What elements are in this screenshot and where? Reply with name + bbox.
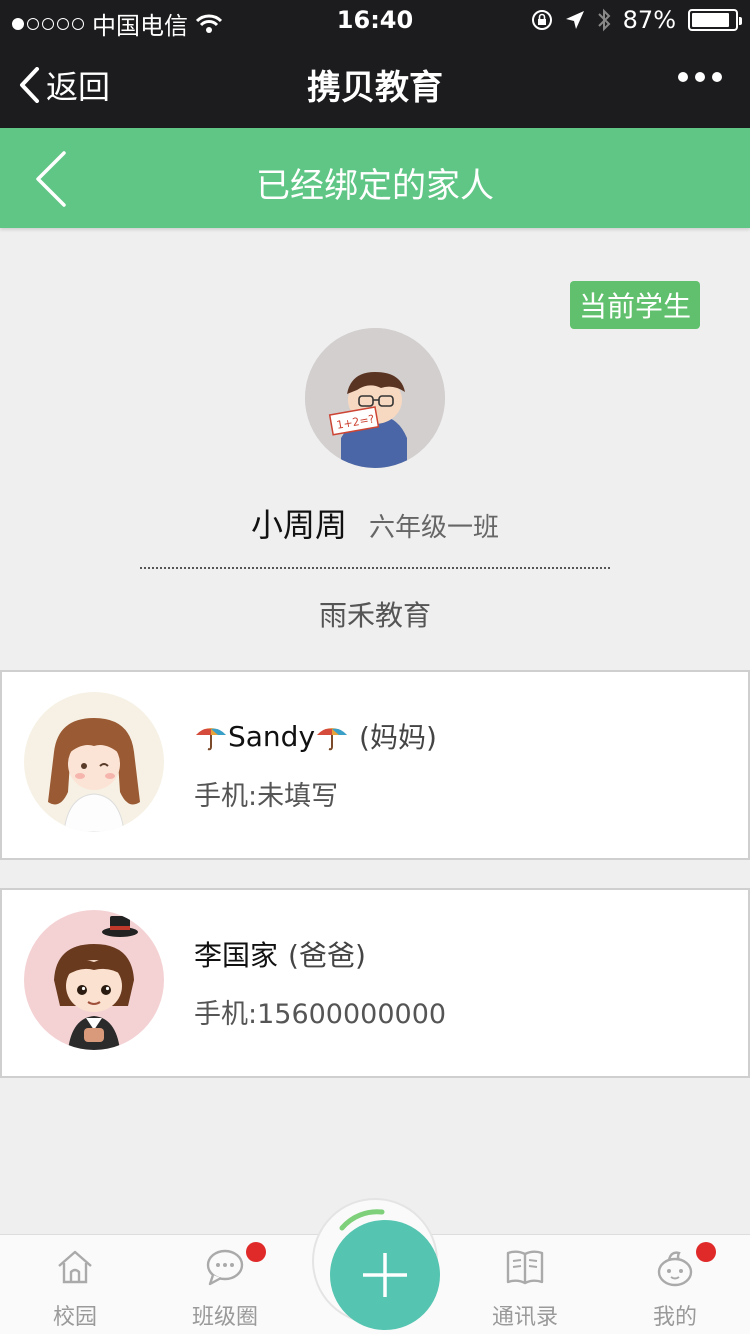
member-relation: (妈妈)	[359, 721, 437, 754]
plus-icon	[363, 1253, 407, 1297]
member-name: Sandy	[228, 719, 316, 753]
current-student-badge: 当前学生	[570, 281, 700, 329]
page-title: 已经绑定的家人	[256, 166, 494, 206]
add-button[interactable]	[330, 1220, 440, 1330]
status-right: 87%	[531, 6, 742, 34]
member-name-line: 李国家 (爸爸)	[194, 934, 366, 974]
student-info: 小周周 六年级一班	[0, 500, 750, 546]
profile-icon	[657, 1251, 693, 1287]
tab-class-circle[interactable]: 班级圈	[150, 1235, 300, 1334]
page-header: 已经绑定的家人	[0, 128, 750, 228]
app-nav-bar: 返回 携贝教育	[0, 40, 750, 128]
student-class: 六年级一班	[369, 513, 500, 543]
member-name: 李国家	[194, 939, 279, 972]
member-relation: (爸爸)	[288, 939, 366, 972]
family-member-card[interactable]: Sandy (妈妈) 手机:未填写	[0, 670, 750, 860]
member-avatar	[24, 910, 164, 1050]
tab-campus[interactable]: 校园	[0, 1235, 150, 1334]
umbrella-emoji-icon	[196, 728, 226, 751]
member-avatar	[24, 692, 164, 832]
battery-percent: 87%	[622, 6, 676, 34]
student-name: 小周周	[250, 506, 347, 544]
book-icon	[506, 1250, 544, 1285]
tab-mine[interactable]: 我的	[600, 1235, 750, 1334]
tab-label: 校园	[52, 1305, 97, 1330]
battery-icon	[688, 9, 742, 31]
bluetooth-icon	[597, 8, 611, 32]
more-options-icon[interactable]	[678, 72, 722, 82]
tab-label: 通讯录	[491, 1305, 558, 1330]
notification-dot	[696, 1242, 716, 1262]
app-title: 携贝教育	[307, 68, 443, 108]
member-phone: 手机:未填写	[194, 781, 339, 812]
dotted-divider	[140, 567, 610, 569]
status-bar: 中国电信 16:40 87%	[0, 0, 750, 40]
umbrella-emoji-icon	[317, 728, 348, 751]
member-phone: 手机:15600000000	[194, 999, 447, 1030]
student-avatar: 1+2=?	[305, 328, 445, 468]
family-member-card[interactable]: 李国家 (爸爸) 手机:15600000000	[0, 888, 750, 1078]
tab-label: 我的	[652, 1305, 697, 1330]
member-name-line: Sandy (妈妈)	[194, 716, 437, 756]
house-icon	[58, 1250, 92, 1284]
rotation-lock-icon	[531, 10, 552, 30]
notification-dot	[246, 1242, 266, 1262]
chat-bubble-icon	[206, 1249, 244, 1286]
school-name: 雨禾教育	[318, 599, 431, 632]
tab-contacts[interactable]: 通讯录	[450, 1235, 600, 1334]
tab-label: 班级圈	[191, 1305, 258, 1330]
location-arrow-icon	[565, 11, 584, 29]
